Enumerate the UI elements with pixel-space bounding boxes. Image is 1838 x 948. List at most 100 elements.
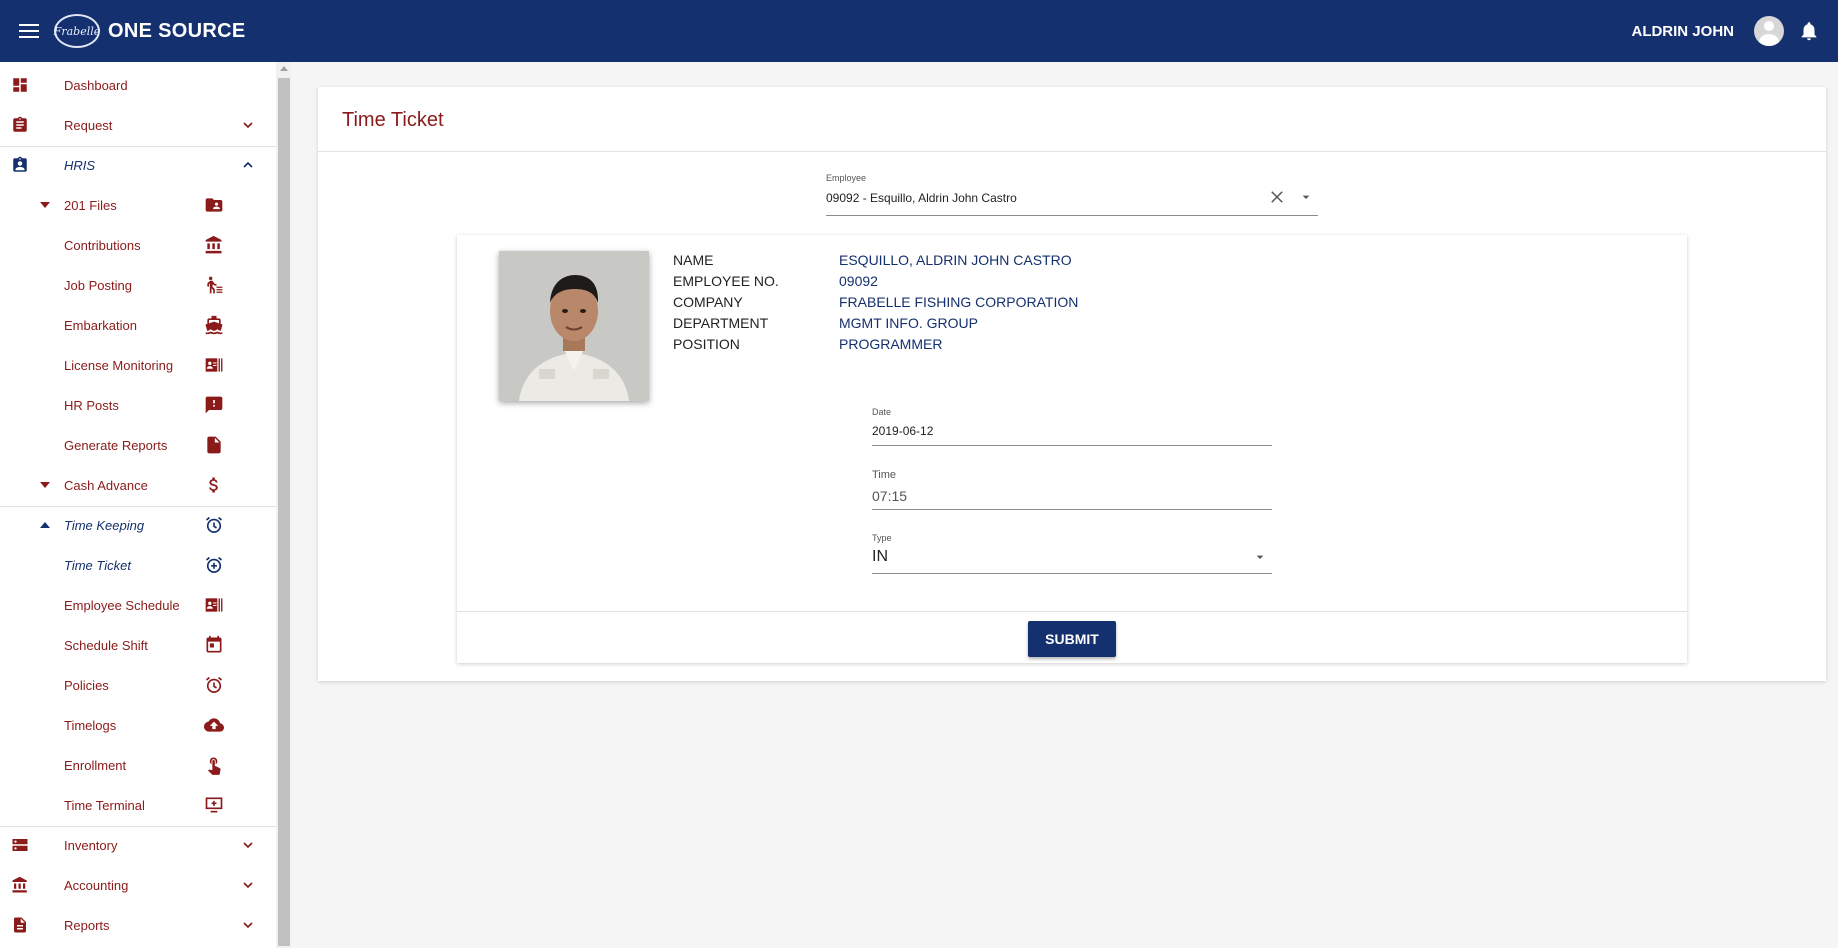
id-card-icon	[205, 358, 223, 372]
employee-field-value: 09092 - Esquillo, Aldrin John Castro	[826, 191, 1017, 205]
logo-text: Frabelle	[53, 24, 101, 38]
employee-profile-card: NAME EMPLOYEE NO. COMPANY DEPARTMENT POS…	[457, 235, 1687, 663]
clear-icon[interactable]	[1268, 188, 1286, 206]
server-icon	[12, 839, 28, 851]
profile-value-employee-no: 09092	[839, 273, 878, 289]
sidebar-item-label: Schedule Shift	[64, 637, 148, 653]
sidebar-item-label: Reports	[64, 917, 110, 933]
profile-value-name: ESQUILLO, ALDRIN JOHN CASTRO	[839, 252, 1072, 268]
sidebar-item-reports[interactable]: Reports	[0, 905, 276, 945]
card-divider	[318, 151, 1826, 152]
sidebar-item-label: Enrollment	[64, 757, 127, 773]
date-field-value: 2019-06-12	[872, 424, 934, 438]
sidebar-item-201-files[interactable]: 201 Files	[0, 185, 276, 225]
ship-icon	[205, 315, 223, 335]
chevron-down-icon[interactable]	[240, 117, 256, 133]
date-field[interactable]: Date 2019-06-12	[872, 407, 1272, 447]
date-field-label: Date	[872, 407, 892, 417]
time-field[interactable]: Time 07:15	[872, 469, 1272, 511]
clipboard-icon	[13, 116, 27, 132]
sidebar-item-request[interactable]: Request	[0, 105, 276, 145]
sidebar-item-time-terminal[interactable]: Time Terminal	[0, 785, 276, 825]
sidebar-item-label: Generate Reports	[64, 437, 168, 453]
user-name[interactable]: ALDRIN JOHN	[1631, 23, 1734, 40]
profile-key-department: DEPARTMENT	[673, 315, 769, 331]
sidebar-item-label: 201 Files	[64, 197, 117, 213]
type-field-underline	[872, 573, 1272, 574]
sidebar-item-employee-schedule[interactable]: Employee Schedule	[0, 585, 276, 625]
sidebar-item-label: Time Keeping	[64, 517, 145, 533]
sidebar-item-policies[interactable]: Policies	[0, 665, 276, 705]
time-ticket-card: Time Ticket Employee 09092 - Esquillo, A…	[318, 87, 1826, 681]
sidebar-item-label: Embarkation	[64, 317, 137, 333]
alarm-icon	[205, 676, 223, 693]
date-field-underline	[872, 445, 1272, 446]
time-field-value: 07:15	[872, 488, 908, 504]
profile-key-company: COMPANY	[673, 294, 743, 310]
document-icon	[207, 436, 221, 454]
dashboard-icon	[13, 78, 27, 92]
sidebar-item-accounting[interactable]: Accounting	[0, 865, 276, 905]
sidebar-item-contributions[interactable]: Contributions	[0, 225, 276, 265]
chevron-up-icon[interactable]	[240, 157, 256, 173]
id-card-icon	[205, 598, 223, 612]
sidebar-item-embarkation[interactable]: Embarkation	[0, 305, 276, 345]
sidebar-nav: Dashboard Request HRIS 201 Files Contrib…	[0, 62, 276, 948]
dropdown-arrow-icon[interactable]	[1252, 549, 1268, 565]
card-actions-divider	[457, 611, 1687, 612]
sidebar-item-label: Inventory	[64, 837, 118, 853]
employee-field-label: Employee	[826, 173, 867, 183]
avatar[interactable]	[1754, 16, 1784, 46]
sidebar-item-enrollment[interactable]: Enrollment	[0, 745, 276, 785]
alert-message-icon	[205, 396, 223, 414]
app-brand: ONE SOURCE	[108, 19, 246, 42]
time-field-label: Time	[872, 469, 897, 481]
sidebar-item-hris[interactable]: HRIS	[0, 145, 276, 185]
scroll-up-arrow-icon[interactable]	[280, 66, 288, 71]
sidebar-item-schedule-shift[interactable]: Schedule Shift	[0, 625, 276, 665]
sidebar-item-cash-advance[interactable]: Cash Advance	[0, 465, 276, 505]
sidebar-item-inventory[interactable]: Inventory	[0, 825, 276, 865]
employee-field-underline	[826, 215, 1318, 216]
badge-icon	[13, 156, 27, 172]
bank-icon	[205, 235, 222, 254]
submit-button[interactable]: SUBMIT	[1028, 621, 1116, 657]
hamburger-menu-icon[interactable]	[16, 16, 46, 46]
sidebar-item-label: License Monitoring	[64, 357, 174, 373]
sidebar-item-job-posting[interactable]: Job Posting	[0, 265, 276, 305]
scrollbar-thumb[interactable]	[278, 78, 290, 946]
caret-up-icon[interactable]	[40, 522, 50, 528]
profile-value-company: FRABELLE FISHING CORPORATION	[839, 294, 1079, 310]
sidebar-item-label: Time Terminal	[64, 797, 145, 813]
chevron-down-icon[interactable]	[240, 917, 256, 933]
sidebar-item-generate-reports[interactable]: Generate Reports	[0, 425, 276, 465]
sidebar-item-timelogs[interactable]: Timelogs	[0, 705, 276, 745]
monitor-plus-icon	[205, 797, 223, 813]
sidebar-item-label: HRIS	[64, 157, 96, 173]
sidebar-item-time-keeping[interactable]: Time Keeping	[0, 505, 276, 545]
type-select[interactable]: Type IN	[872, 533, 1272, 575]
sidebar-item-label: Employee Schedule	[64, 597, 180, 613]
type-field-label: Type	[872, 533, 892, 543]
caret-down-icon[interactable]	[40, 202, 50, 208]
sidebar-item-hr-posts[interactable]: HR Posts	[0, 385, 276, 425]
sidebar-item-label: Job Posting	[64, 277, 132, 293]
profile-key-position: POSITION	[673, 336, 740, 352]
sidebar-item-time-ticket[interactable]: Time Ticket	[0, 545, 276, 585]
caret-down-icon[interactable]	[40, 482, 50, 488]
chevron-down-icon[interactable]	[240, 837, 256, 853]
document-icon	[14, 917, 26, 933]
notification-bell-icon[interactable]	[1798, 20, 1820, 42]
chevron-down-icon[interactable]	[240, 877, 256, 893]
touch-icon	[208, 757, 221, 775]
page-title: Time Ticket	[342, 109, 444, 131]
walking-list-icon	[207, 276, 223, 294]
sidebar-item-license-monitoring[interactable]: License Monitoring	[0, 345, 276, 385]
sidebar-item-dashboard[interactable]: Dashboard	[0, 65, 276, 105]
employee-select[interactable]: Employee 09092 - Esquillo, Aldrin John C…	[826, 173, 1318, 217]
employee-photo	[499, 251, 649, 401]
alarm-plus-icon	[205, 556, 223, 573]
profile-key-name: NAME	[673, 252, 714, 268]
dropdown-arrow-icon[interactable]	[1298, 189, 1314, 205]
employee-portrait	[499, 251, 649, 401]
